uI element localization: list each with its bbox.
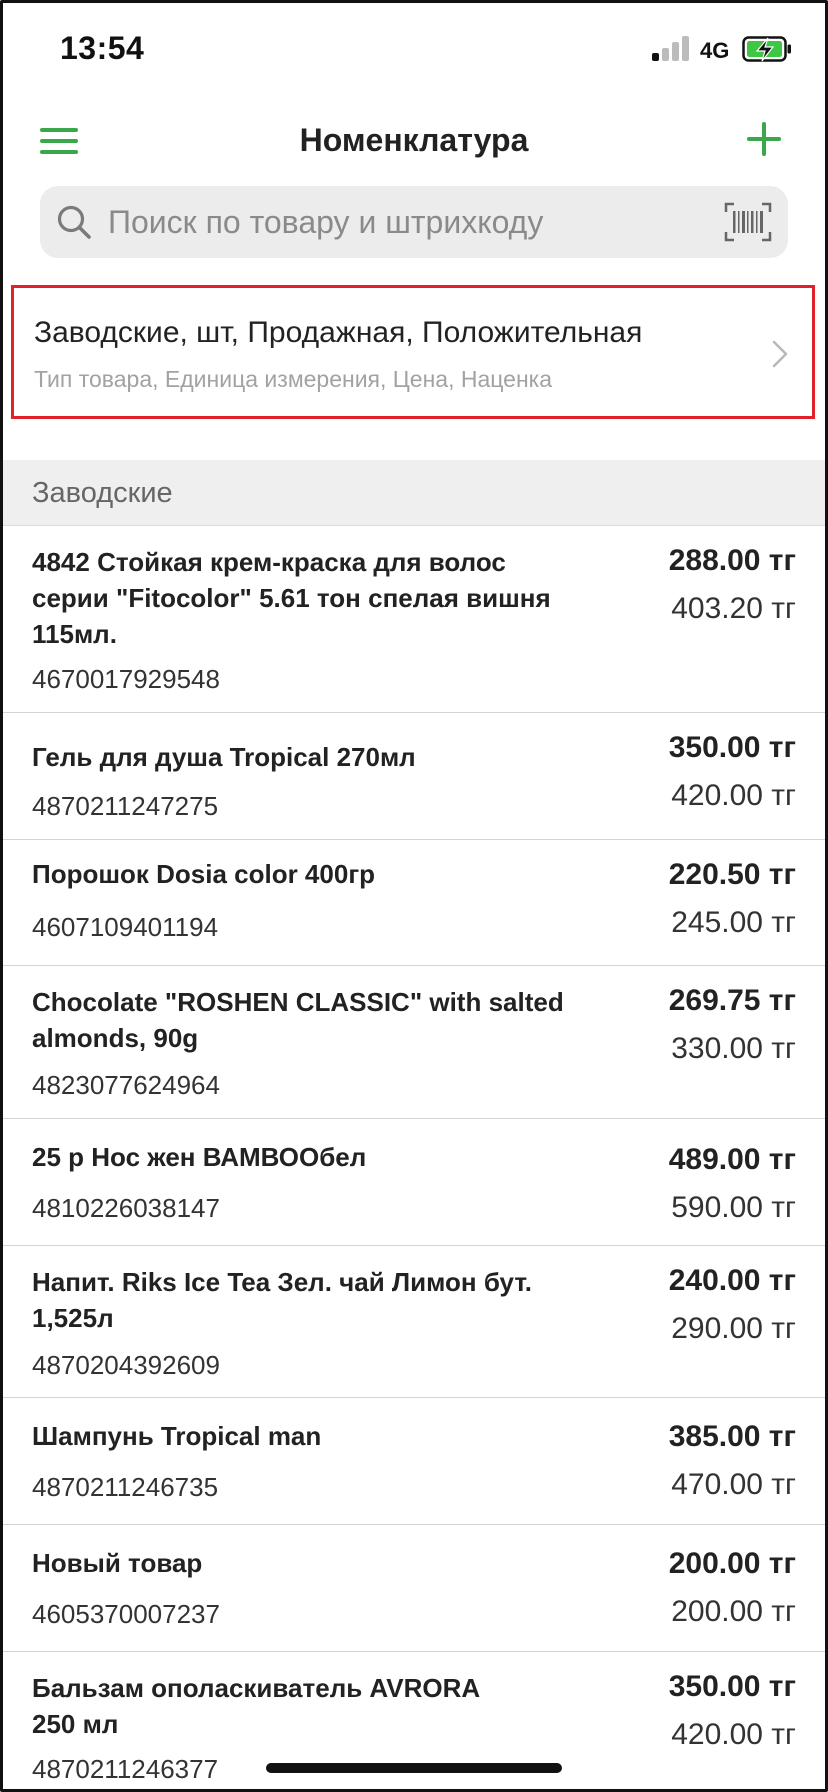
signal-strength-icon xyxy=(652,35,692,61)
section-label: Заводские xyxy=(32,477,173,509)
cost-price: 240.00 тг xyxy=(668,1264,796,1297)
app-header: Номенклатура xyxy=(0,100,828,182)
section-header: Заводские xyxy=(0,460,828,526)
sale-price: 590.00 тг xyxy=(671,1191,796,1224)
product-name: Гель для душа Tropical 270мл xyxy=(32,742,416,772)
home-indicator[interactable] xyxy=(266,1763,562,1773)
sale-price: 420.00 тг xyxy=(671,1718,796,1751)
product-barcode: 4810226038147 xyxy=(32,1193,220,1223)
cost-price: 220.50 тг xyxy=(668,858,796,891)
product-row[interactable]: Порошок Dosia color 400гр 4607109401194 … xyxy=(0,840,828,966)
product-barcode: 4670017929548 xyxy=(32,664,220,694)
product-barcode: 4605370007237 xyxy=(32,1599,220,1629)
chevron-right-icon xyxy=(772,340,788,368)
product-name: 4842 Стойкая крем-краска для волос серии… xyxy=(32,547,551,649)
sale-price: 245.00 тг xyxy=(671,906,796,939)
sale-price: 330.00 тг xyxy=(671,1032,796,1065)
product-name: Бальзам ополаскиватель AVRORA 250 мл xyxy=(32,1673,480,1739)
cost-price: 200.00 тг xyxy=(668,1547,796,1580)
cost-price: 350.00 тг xyxy=(668,731,796,764)
sale-price: 420.00 тг xyxy=(671,779,796,812)
sale-price: 403.20 тг xyxy=(671,592,796,625)
battery-charging-icon xyxy=(742,36,791,62)
product-row[interactable]: Шампунь Tropical man 4870211246735 385.0… xyxy=(0,1398,828,1525)
filter-summary[interactable]: Заводские, шт, Продажная, Положительная … xyxy=(11,285,815,419)
product-barcode: 4870211246377 xyxy=(32,1754,219,1784)
status-time: 13:54 xyxy=(60,30,145,66)
cost-price: 385.00 тг xyxy=(668,1420,796,1453)
sale-price: 290.00 тг xyxy=(671,1312,796,1345)
product-row[interactable]: 4842 Стойкая крем-краска для волос серии… xyxy=(0,526,828,713)
filter-subtitle: Тип товара, Единица измерения, Цена, Нац… xyxy=(34,366,553,392)
product-name: Порошок Dosia color 400гр xyxy=(32,859,376,889)
product-name: Chocolate "ROSHEN CLASSIC" with salted a… xyxy=(32,987,564,1053)
plus-icon[interactable] xyxy=(744,120,784,160)
sale-price: 470.00 тг xyxy=(671,1468,796,1501)
product-row[interactable]: 25 р Нос жен ВАМВООбел 4810226038147 489… xyxy=(0,1119,828,1246)
cost-price: 350.00 тг xyxy=(668,1670,796,1703)
product-barcode: 4870211247275 xyxy=(32,791,219,821)
product-barcode: 4870211246735 xyxy=(32,1472,219,1502)
cost-price: 489.00 тг xyxy=(668,1143,796,1176)
filter-title: Заводские, шт, Продажная, Положительная xyxy=(34,316,643,349)
product-barcode: 4607109401194 xyxy=(32,912,219,942)
product-row[interactable]: Новый товар 4605370007237 200.00 тг 200.… xyxy=(0,1525,828,1652)
network-type: 4G xyxy=(700,38,730,63)
search-icon xyxy=(57,205,91,239)
cost-price: 269.75 тг xyxy=(668,984,796,1017)
page-title: Номенклатура xyxy=(299,122,529,158)
product-barcode: 4870204392609 xyxy=(32,1350,220,1380)
product-row[interactable]: Chocolate "ROSHEN CLASSIC" with salted a… xyxy=(0,966,828,1119)
search-bar xyxy=(40,186,788,258)
status-bar: 13:54 4G xyxy=(0,0,828,100)
product-barcode: 4823077624964 xyxy=(32,1070,220,1100)
product-row[interactable]: Напит. Riks Ice Tea Зел. чай Лимон бут. … xyxy=(0,1246,828,1398)
product-name: 25 р Нос жен ВАМВООбел xyxy=(32,1142,367,1172)
barcode-scanner-icon[interactable] xyxy=(724,202,772,242)
product-row[interactable]: Гель для душа Tropical 270мл 48702112472… xyxy=(0,713,828,840)
product-name: Напит. Riks Ice Tea Зел. чай Лимон бут. … xyxy=(32,1267,532,1333)
product-name: Новый товар xyxy=(32,1548,203,1578)
cost-price: 288.00 тг xyxy=(668,544,796,577)
sale-price: 200.00 тг xyxy=(671,1595,796,1628)
search-input[interactable] xyxy=(100,186,756,258)
product-name: Шампунь Tropical man xyxy=(32,1421,322,1451)
